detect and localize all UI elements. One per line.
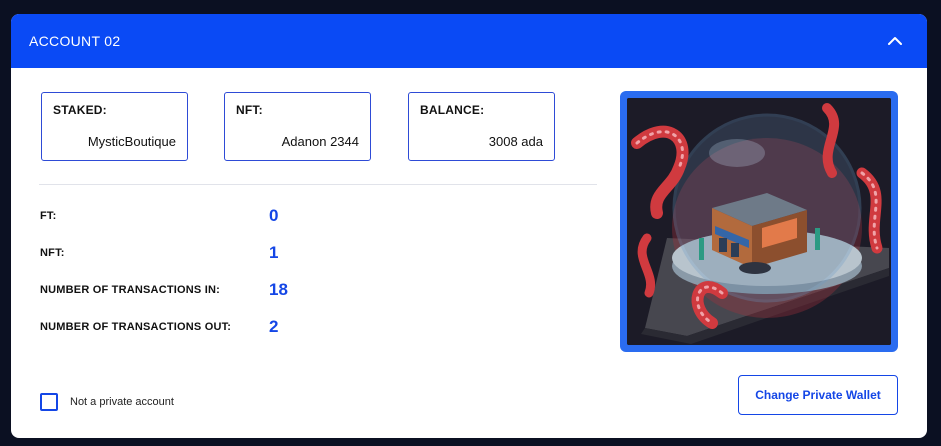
stat-row-ft: FT: 0 xyxy=(40,205,278,227)
nft-label: NFT: xyxy=(236,103,263,117)
stat-value: 1 xyxy=(269,243,279,262)
stat-row-nft: NFT: 1 xyxy=(40,242,278,264)
stat-value: 2 xyxy=(269,317,279,336)
divider xyxy=(39,184,597,185)
stat-label: NUMBER OF TRANSACTIONS OUT: xyxy=(40,321,232,333)
stat-label: NFT: xyxy=(40,247,65,259)
nft-box: NFT: Adanon 2344 xyxy=(224,92,371,161)
chevron-up-icon[interactable] xyxy=(885,31,905,51)
change-private-wallet-button[interactable]: Change Private Wallet xyxy=(738,375,898,415)
private-account-row: Not a private account xyxy=(40,393,174,411)
private-account-label: Not a private account xyxy=(70,396,174,408)
stat-value: 0 xyxy=(269,206,279,225)
balance-box: BALANCE: 3008 ada xyxy=(408,92,555,161)
account-title: ACCOUNT 02 xyxy=(29,33,121,49)
private-account-checkbox[interactable] xyxy=(40,393,58,411)
staked-box: STAKED: MysticBoutique xyxy=(41,92,188,161)
balance-value: 3008 ada xyxy=(488,134,543,149)
nft-value: Adanon 2344 xyxy=(281,134,359,149)
stat-label: NUMBER OF TRANSACTIONS IN: xyxy=(40,284,220,296)
account-header[interactable]: ACCOUNT 02 xyxy=(11,14,927,68)
balance-label: BALANCE: xyxy=(420,103,485,117)
nft-illustration xyxy=(627,98,891,345)
account-card: ACCOUNT 02 STAKED: MysticBoutique NFT: A… xyxy=(11,14,927,438)
staked-value: MysticBoutique xyxy=(87,134,176,149)
staked-label: STAKED: xyxy=(53,103,107,117)
stat-value: 18 xyxy=(269,280,288,299)
nft-image-frame xyxy=(620,91,898,352)
nft-image xyxy=(627,98,891,345)
stat-label: FT: xyxy=(40,210,57,222)
stat-row-transactions-out: NUMBER OF TRANSACTIONS OUT: 2 xyxy=(40,316,278,338)
stat-row-transactions-in: NUMBER OF TRANSACTIONS IN: 18 xyxy=(40,279,288,301)
